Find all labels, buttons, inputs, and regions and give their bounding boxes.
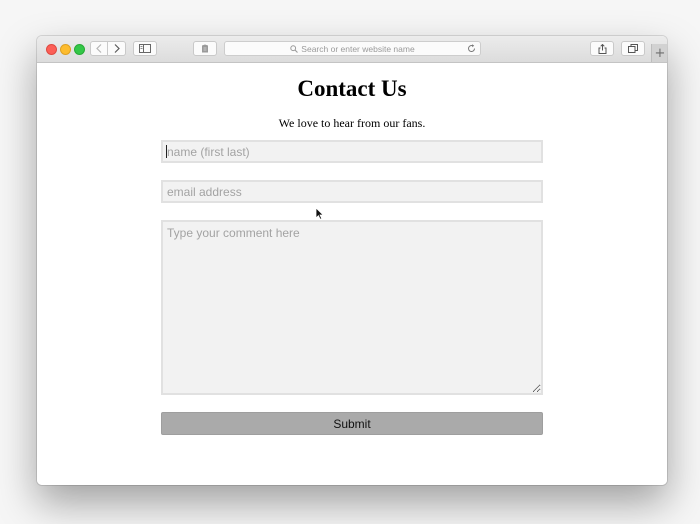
show-tabs-button[interactable] [621, 41, 645, 56]
reload-icon[interactable] [467, 44, 476, 53]
sidebar-toggle-button[interactable] [133, 41, 157, 56]
forward-button[interactable] [108, 41, 126, 56]
back-button[interactable] [90, 41, 108, 56]
sidebar-icon [139, 44, 151, 53]
search-icon [290, 44, 299, 53]
page-content: Contact Us We love to hear from our fans… [37, 63, 667, 485]
address-bar[interactable]: Search or enter website name [224, 41, 481, 56]
name-field[interactable] [161, 140, 543, 163]
browser-window: Search or enter website name + Contact U… [37, 36, 667, 485]
mouse-pointer-icon [315, 207, 324, 220]
page-subtitle: We love to hear from our fans. [278, 116, 426, 130]
tabs-icon [628, 44, 638, 53]
email-field[interactable] [161, 180, 543, 203]
privacy-button[interactable] [193, 41, 217, 56]
page-title: Contact Us [297, 76, 407, 101]
shield-icon [202, 44, 208, 53]
address-placeholder: Search or enter website name [301, 43, 415, 54]
close-window-button[interactable] [46, 44, 57, 55]
browser-toolbar: Search or enter website name + [37, 36, 667, 63]
share-button[interactable] [590, 41, 614, 56]
chevron-right-icon [114, 44, 120, 53]
new-tab-button[interactable]: + [651, 44, 667, 62]
submit-button[interactable]: Submit [161, 412, 543, 435]
minimize-window-button[interactable] [60, 44, 71, 55]
share-icon [598, 43, 606, 54]
text-caret [166, 145, 167, 158]
chevron-left-icon [96, 44, 102, 53]
maximize-window-button[interactable] [74, 44, 85, 55]
comment-field[interactable] [161, 220, 543, 395]
